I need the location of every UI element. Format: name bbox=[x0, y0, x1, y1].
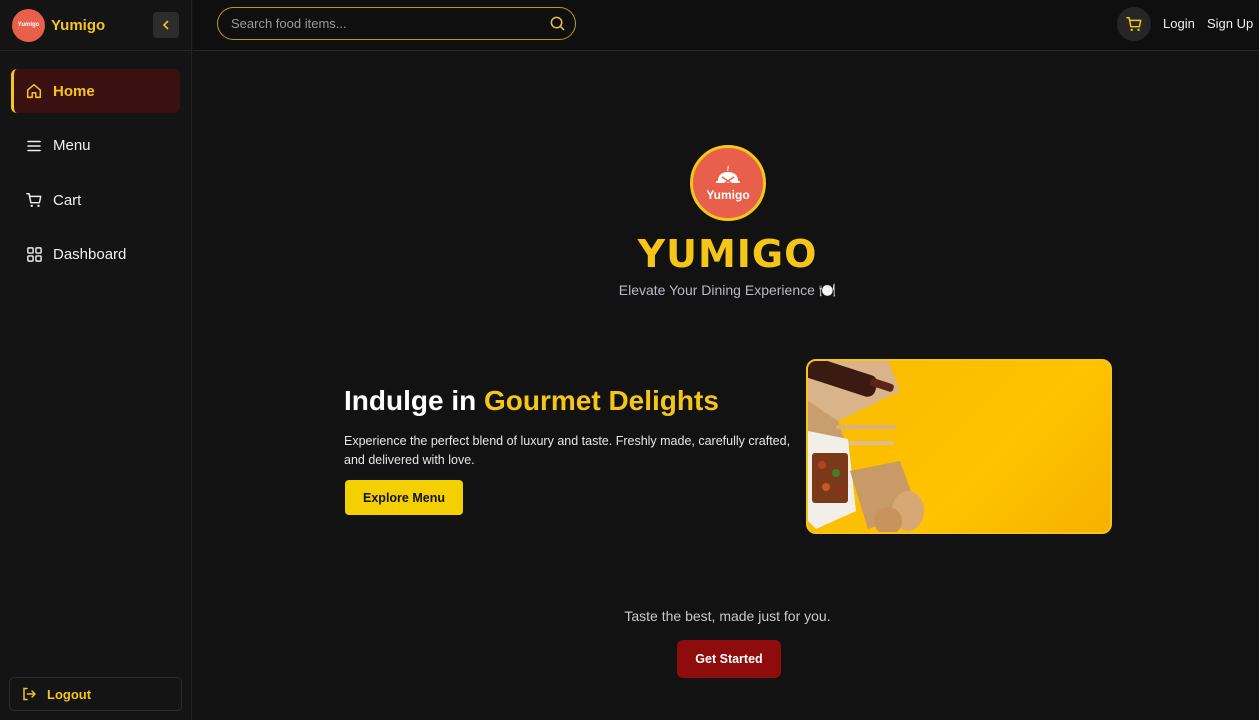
headline-prefix: Indulge in bbox=[344, 385, 484, 416]
hero-subtitle: Elevate Your Dining Experience 🍽️ bbox=[618, 282, 837, 298]
signup-link[interactable]: Sign Up bbox=[1207, 16, 1253, 31]
sidebar-item-label: Dashboard bbox=[53, 246, 127, 263]
sidebar-item-dashboard[interactable]: Dashboard bbox=[11, 233, 180, 277]
sidebar-item-label: Home bbox=[53, 82, 95, 100]
hero-logo: Yumigo bbox=[690, 145, 766, 221]
cloche-icon bbox=[716, 165, 740, 186]
hero-description: Experience the perfect blend of luxury a… bbox=[344, 434, 791, 467]
logout-icon bbox=[21, 686, 37, 702]
hero-title: YUMIGO bbox=[637, 232, 818, 276]
headline-highlight: Gourmet Delights bbox=[484, 385, 719, 416]
sidebar-item-home[interactable]: Home bbox=[11, 69, 180, 113]
home-icon bbox=[24, 81, 44, 101]
brand-logo[interactable]: Yumigo bbox=[12, 8, 45, 42]
hero-food-image bbox=[806, 359, 1112, 534]
get-started-button[interactable]: Get Started bbox=[677, 640, 781, 678]
tagline: Taste the best, made just for you. bbox=[624, 608, 831, 624]
login-link[interactable]: Login bbox=[1163, 16, 1195, 31]
sidebar-nav: Home Menu Cart Dashboard bbox=[11, 69, 180, 287]
brand-name[interactable]: Yumigo bbox=[51, 17, 105, 34]
logout-label: Logout bbox=[47, 686, 92, 702]
collapse-sidebar-button[interactable] bbox=[153, 12, 179, 38]
cart-button[interactable] bbox=[1117, 7, 1151, 41]
sidebar-item-label: Cart bbox=[53, 191, 82, 209]
menu-icon bbox=[24, 136, 44, 156]
sidebar-item-label: Menu bbox=[53, 137, 91, 154]
brand-logo-text: Yumigo bbox=[17, 22, 40, 28]
sidebar-item-cart[interactable]: Cart bbox=[11, 178, 180, 222]
headline: Indulge in Gourmet Delights bbox=[344, 385, 719, 417]
explore-menu-button[interactable]: Explore Menu bbox=[345, 480, 463, 515]
chevron-left-icon bbox=[162, 20, 169, 30]
sidebar-item-menu[interactable]: Menu bbox=[11, 124, 180, 168]
search-icon[interactable] bbox=[549, 15, 566, 32]
search-input[interactable] bbox=[231, 16, 531, 31]
hero-logo-text: Yumigo bbox=[706, 187, 750, 202]
sidebar: Yumigo Yumigo Home Menu Cart Dashboard L… bbox=[0, 0, 192, 720]
logout-button[interactable]: Logout bbox=[9, 677, 182, 711]
dashboard-icon bbox=[24, 245, 44, 265]
topbar: Login Sign Up bbox=[193, 0, 1259, 51]
cart-icon bbox=[24, 190, 44, 210]
search-bar[interactable] bbox=[217, 7, 576, 40]
cart-icon bbox=[1126, 16, 1142, 32]
